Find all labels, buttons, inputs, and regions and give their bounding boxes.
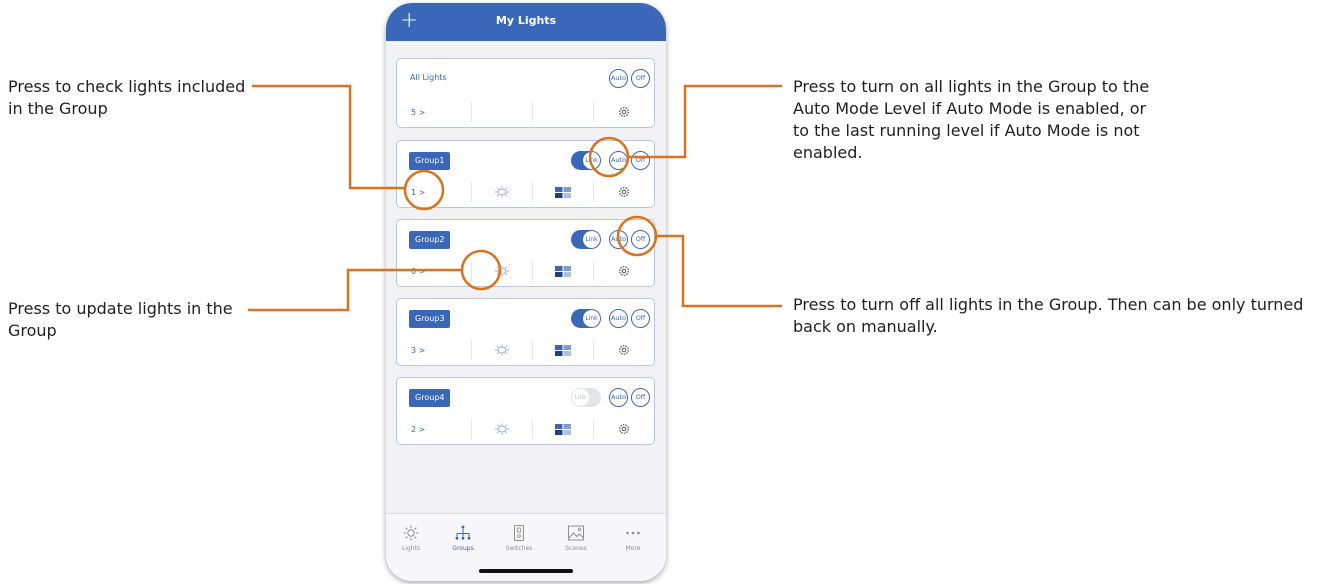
off-button[interactable]: Off [631, 151, 650, 170]
gear-icon[interactable] [618, 106, 630, 118]
off-button[interactable]: Off [631, 230, 650, 249]
more-icon [626, 531, 640, 535]
group-name[interactable]: Group1 [409, 152, 451, 170]
group-card-1: Group1 Link Auto Off 1 > [396, 140, 655, 208]
link-label: Link [583, 310, 600, 327]
tab-bar: Lights Groups Switches Scenes More [386, 513, 666, 581]
tab-groups[interactable]: Groups [438, 524, 488, 552]
sun-icon [403, 525, 419, 541]
auto-button[interactable]: Auto [609, 309, 628, 328]
auto-button[interactable]: Auto [609, 151, 628, 170]
group-card-4: Group4 Link Auto Off 2 > [396, 377, 655, 445]
annotation-auto: Press to turn on all lights in the Group… [793, 77, 1150, 162]
bulb-update-icon[interactable] [494, 186, 510, 198]
off-button[interactable]: Off [631, 388, 650, 407]
tab-label: Lights [401, 545, 421, 552]
tab-scenes[interactable]: Scenes [551, 524, 601, 552]
all-light-count[interactable]: 5 > [411, 108, 425, 117]
gear-icon[interactable] [618, 344, 630, 356]
page-title: My Lights [495, 14, 557, 27]
group-name[interactable]: Group4 [409, 389, 451, 407]
all-lights-title: All Lights [410, 73, 447, 82]
link-label: Link [583, 152, 600, 169]
group-card-2: Group2 Link Auto Off 0 > [396, 219, 655, 287]
link-toggle[interactable]: Link [571, 388, 601, 407]
annotation-check-lights: Press to check lights included in the Gr… [8, 77, 246, 118]
all-lights-card: All Lights Auto Off 5 > [396, 58, 655, 128]
auto-button[interactable]: Auto [609, 388, 628, 407]
link-toggle[interactable]: Link [571, 230, 601, 249]
all-auto-button[interactable]: Auto [609, 69, 628, 88]
leader-check [252, 84, 405, 190]
bulb-update-icon[interactable] [494, 423, 510, 435]
tab-more[interactable]: More [608, 524, 658, 552]
gear-icon[interactable] [618, 186, 630, 198]
gear-icon[interactable] [618, 265, 630, 277]
scenes-icon [568, 525, 584, 541]
auto-button[interactable]: Auto [609, 230, 628, 249]
grid-icon[interactable] [555, 265, 571, 277]
link-label: Link [583, 231, 600, 248]
tab-switches[interactable]: Switches [494, 524, 544, 552]
link-label: Link [572, 389, 589, 406]
light-count[interactable]: 3 > [411, 346, 425, 355]
group-name[interactable]: Group3 [409, 310, 451, 328]
switch-icon [514, 525, 524, 541]
light-count[interactable]: 1 > [411, 188, 425, 197]
bulb-update-icon[interactable] [494, 265, 510, 277]
tab-lights[interactable]: Lights [386, 524, 436, 552]
phone-screen: + My Lights All Lights Auto Off 5 > Grou… [386, 3, 666, 581]
group-card-3: Group3 Link Auto Off 3 > [396, 298, 655, 366]
app-header: + My Lights [386, 3, 666, 41]
gear-icon[interactable] [618, 423, 630, 435]
grid-icon[interactable] [555, 423, 571, 435]
tab-label: Scenes [565, 545, 587, 552]
groups-icon [455, 525, 471, 540]
tab-label: Switches [505, 545, 533, 552]
grid-icon[interactable] [555, 344, 571, 356]
tab-label: Groups [452, 545, 474, 552]
all-off-button[interactable]: Off [631, 69, 650, 88]
light-count[interactable]: 2 > [411, 425, 425, 434]
bulb-update-icon[interactable] [494, 344, 510, 356]
link-toggle[interactable]: Link [571, 151, 601, 170]
tab-label: More [625, 545, 641, 552]
leader-off [656, 234, 782, 308]
group-name[interactable]: Group2 [409, 231, 451, 249]
light-count[interactable]: 0 > [411, 267, 425, 276]
annotation-update-lights: Press to update lights in the Group [8, 299, 233, 340]
grid-icon[interactable] [555, 186, 571, 198]
off-button[interactable]: Off [631, 309, 650, 328]
annotation-off: Press to turn off all lights in the Grou… [793, 295, 1304, 336]
home-indicator [479, 569, 573, 573]
link-toggle[interactable]: Link [571, 309, 601, 328]
